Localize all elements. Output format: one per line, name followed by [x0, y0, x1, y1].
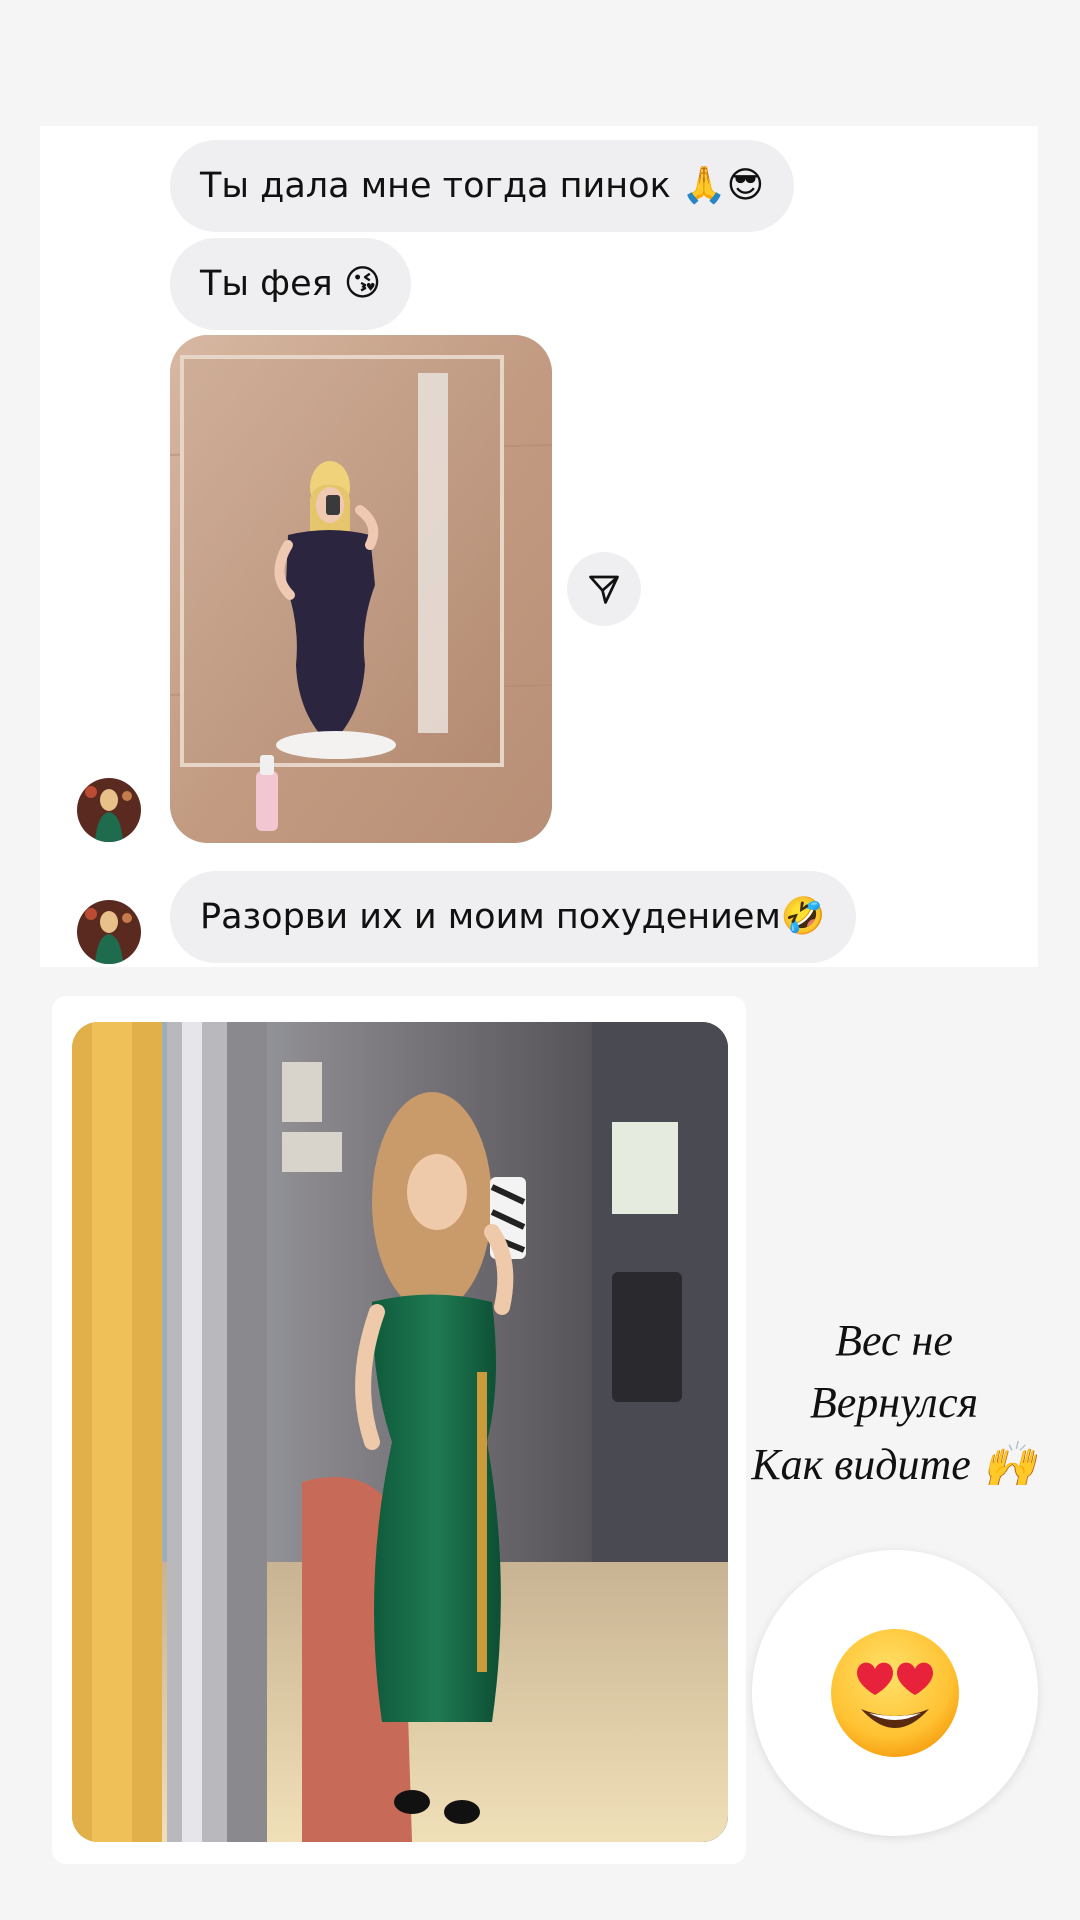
emoji-sticker — [752, 1550, 1038, 1836]
message-bubble-2[interactable]: Ты фея 😘 — [170, 238, 412, 330]
caption-line-1: Вес не — [835, 1316, 953, 1365]
paper-plane-icon — [589, 575, 619, 604]
heart-eyes-emoji-icon — [831, 1629, 959, 1757]
avatar[interactable] — [77, 778, 141, 842]
caption-line-3-text: Как видите — [751, 1440, 982, 1489]
photo-green-dress-selfie — [72, 1022, 728, 1842]
raised-hands-emoji-icon: 🙌 — [981, 1440, 1037, 1489]
green-dress-selfie-image — [72, 1022, 728, 1842]
caption-line-2: Вернулся — [809, 1378, 979, 1427]
pray-sunglasses-emoji-icon: 🙏😎 — [681, 165, 765, 206]
message-bubble-1[interactable]: Ты дала мне тогда пинок 🙏😎 — [170, 140, 795, 232]
photo-message-mirror-selfie[interactable] — [170, 335, 552, 843]
caption-line-3: Как видите 🙌 — [738, 1434, 1050, 1496]
kiss-emoji-icon: 😘 — [343, 263, 382, 304]
message-text: Ты дала мне тогда пинок — [200, 166, 682, 206]
mirror-selfie-image — [170, 335, 552, 843]
message-text: Разорви их и моим похудением — [200, 897, 781, 937]
chat-panel: Ты дала мне тогда пинок 🙏😎 Ты фея 😘 Разо… — [40, 126, 1038, 967]
avatar[interactable] — [77, 900, 141, 964]
rofl-emoji-icon: 🤣 — [780, 896, 826, 937]
message-bubble-3[interactable]: Разорви их и моим похудением🤣 — [170, 871, 856, 963]
share-button[interactable] — [567, 552, 641, 626]
message-text: Ты фея — [200, 264, 344, 304]
caption-text: Вес не Вернулся Как видите 🙌 — [738, 1310, 1050, 1496]
